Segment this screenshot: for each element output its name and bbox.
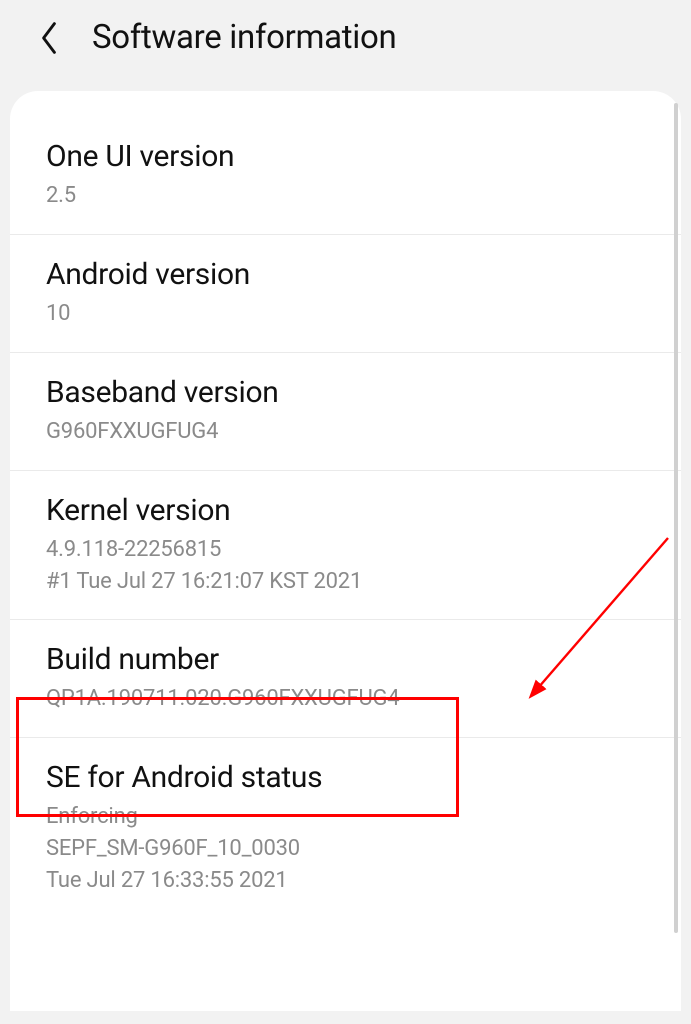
settings-panel: One UI version 2.5 Android version 10 Ba… xyxy=(10,91,681,1011)
item-value: Enforcing SEPF_SM-G960F_10_0030 Tue Jul … xyxy=(46,801,649,897)
item-title: SE for Android status xyxy=(46,758,649,797)
scrollbar[interactable] xyxy=(674,103,678,999)
item-kernel-version[interactable]: Kernel version 4.9.118-22256815 #1 Tue J… xyxy=(10,471,681,621)
item-title: Baseband version xyxy=(46,373,649,412)
item-one-ui-version[interactable]: One UI version 2.5 xyxy=(10,117,681,235)
app-header: Software information xyxy=(0,0,691,81)
item-se-for-android-status[interactable]: SE for Android status Enforcing SEPF_SM-… xyxy=(10,738,681,919)
item-baseband-version[interactable]: Baseband version G960FXXUGFUG4 xyxy=(10,353,681,471)
item-value: 4.9.118-22256815 #1 Tue Jul 27 16:21:07 … xyxy=(46,534,649,598)
item-value: 10 xyxy=(46,298,649,330)
item-build-number[interactable]: Build number QP1A.190711.020.G960FXXUGFU… xyxy=(10,620,681,738)
item-title: One UI version xyxy=(46,137,649,176)
item-value: G960FXXUGFUG4 xyxy=(46,416,649,448)
back-icon[interactable] xyxy=(36,25,62,51)
item-title: Build number xyxy=(46,640,649,679)
item-title: Kernel version xyxy=(46,491,649,530)
page-title: Software information xyxy=(92,18,396,57)
scrollbar-thumb[interactable] xyxy=(674,103,678,933)
item-title: Android version xyxy=(46,255,649,294)
item-value: 2.5 xyxy=(46,180,649,212)
item-value: QP1A.190711.020.G960FXXUGFUG4 xyxy=(46,683,649,715)
item-android-version[interactable]: Android version 10 xyxy=(10,235,681,353)
